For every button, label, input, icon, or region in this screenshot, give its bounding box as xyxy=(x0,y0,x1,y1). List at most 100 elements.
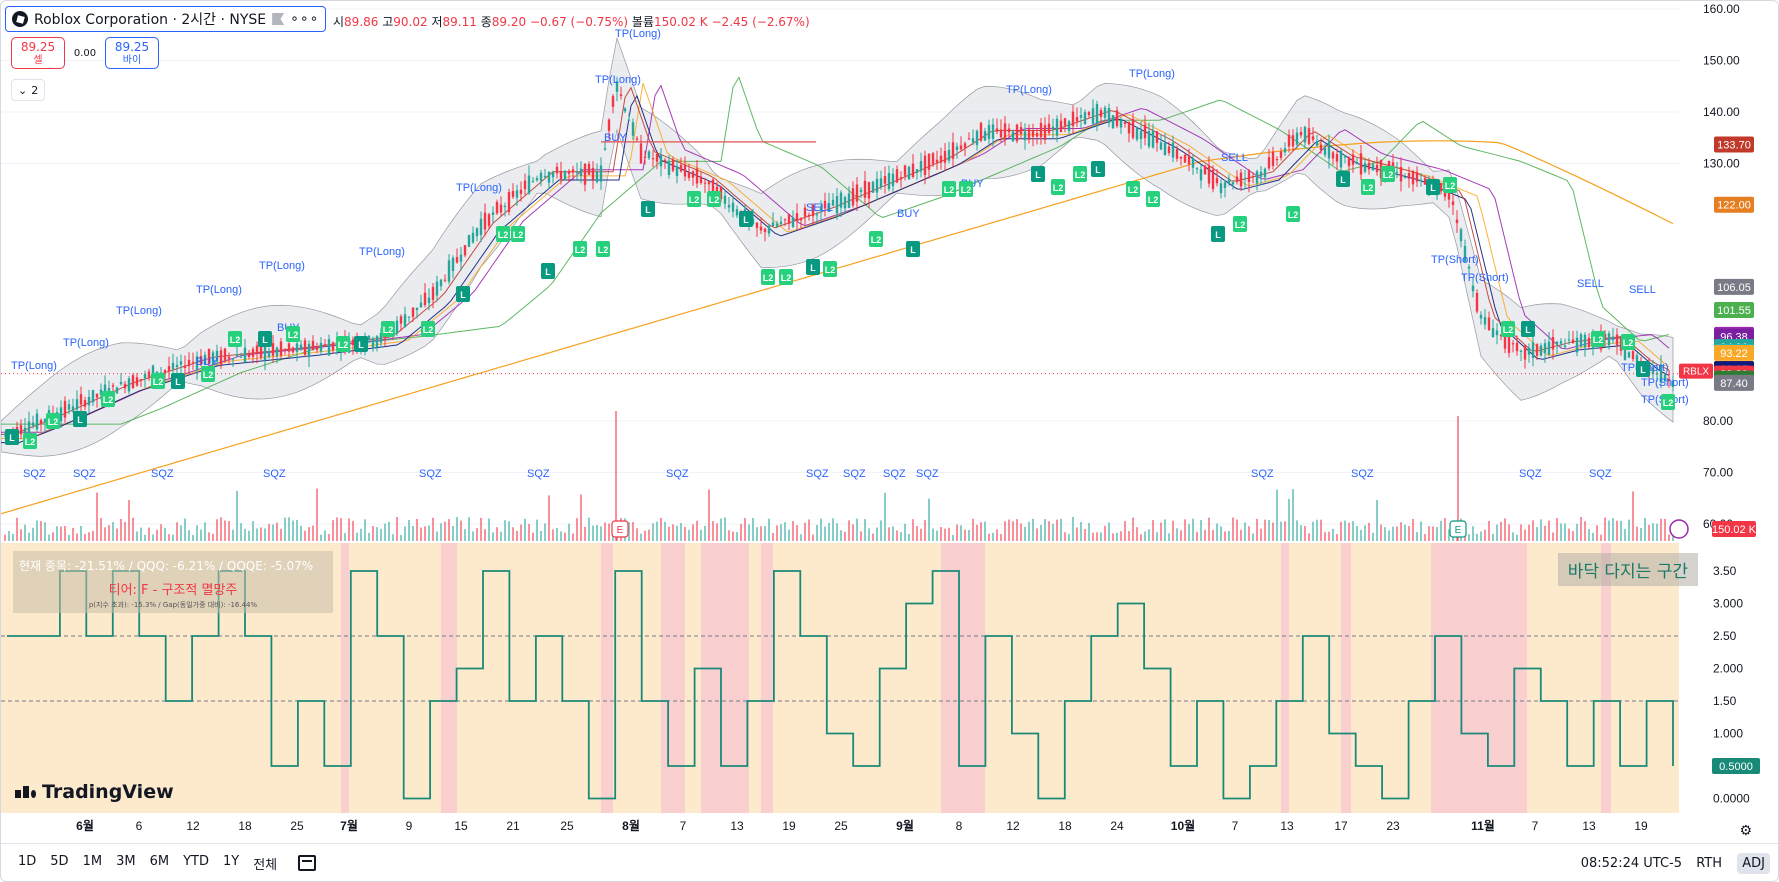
month-label: 8월 xyxy=(622,818,640,833)
range-3m[interactable]: 3M xyxy=(109,854,143,873)
candle xyxy=(931,153,935,165)
range-1d[interactable]: 1D xyxy=(11,854,43,873)
volume-bar xyxy=(1148,529,1150,541)
signal-badge-label: L xyxy=(262,335,268,345)
squeeze-label: SQZ xyxy=(527,468,550,480)
range-5d[interactable]: 5D xyxy=(43,854,75,873)
bollinger-band xyxy=(1,36,1674,457)
candle xyxy=(867,182,871,199)
volume-bar xyxy=(1060,518,1062,541)
candle xyxy=(935,159,939,163)
clock-time[interactable]: 08:52:24 UTC-5 xyxy=(1581,856,1682,871)
candle xyxy=(423,292,427,306)
volume-bar xyxy=(1116,532,1118,541)
candle xyxy=(879,178,883,188)
volume-value: 150.02 K xyxy=(654,15,708,29)
signal-badge-label: L xyxy=(1215,230,1221,240)
candle xyxy=(303,340,307,355)
squeeze-label: SQZ xyxy=(843,468,866,480)
rth-toggle[interactable]: RTH xyxy=(1696,856,1722,871)
flag-icon[interactable] xyxy=(272,13,285,25)
candle xyxy=(59,407,63,422)
squeeze-label: SQZ xyxy=(916,468,939,480)
status-label: 바닥 다지는 구간 xyxy=(1557,553,1698,586)
calendar-icon[interactable] xyxy=(298,855,317,871)
volume-bar xyxy=(796,525,798,541)
signal-badge-label: L2 xyxy=(1053,183,1064,193)
tradingview-logo[interactable]: TradingView xyxy=(15,781,174,803)
buy-button[interactable]: 89.25 바이 xyxy=(105,37,159,69)
volume-bar xyxy=(1320,519,1322,541)
range-전체[interactable]: 전체 xyxy=(246,854,284,873)
sell-button[interactable]: 89.25 셀 xyxy=(11,37,65,69)
price-chart[interactable]: 160.00150.00140.00130.0080.0070.0060.00T… xyxy=(1,1,1779,543)
symbol-search-box[interactable]: Roblox Corporation · 2시간 · NYSE ∘∘∘ xyxy=(5,6,327,32)
price-tick-label: 160.00 xyxy=(1703,2,1740,16)
candle xyxy=(1507,335,1511,353)
price-tick-label: 150.00 xyxy=(1703,54,1740,68)
time-axis[interactable]: 6월 6 12 18 25 7월 9 15 21 25 8월 7 13 19 25 9월 8 12 18 24 10월 7… xyxy=(1,813,1779,839)
trade-buttons: 89.25 셀 0.00 89.25 바이 xyxy=(11,37,159,69)
price-tick-label: 140.00 xyxy=(1703,105,1740,119)
volume-bar xyxy=(1436,527,1438,541)
squeeze-label: SQZ xyxy=(1251,468,1274,480)
range-1m[interactable]: 1M xyxy=(76,854,110,873)
volume-bar xyxy=(1132,517,1134,541)
volume-bar xyxy=(112,522,114,541)
date-label: 19 xyxy=(1634,819,1648,833)
volume-change: −2.45 (−2.67%) xyxy=(711,15,810,29)
volume-bar xyxy=(960,525,962,541)
candle xyxy=(995,128,999,132)
candle xyxy=(1243,178,1247,180)
volume-bar xyxy=(648,529,650,541)
volume-bar xyxy=(56,526,58,541)
candle xyxy=(975,130,979,146)
candle xyxy=(1551,337,1555,350)
candle xyxy=(723,195,727,204)
candle xyxy=(1487,317,1491,331)
date-label: 18 xyxy=(1058,819,1072,833)
volume-label: 볼륨 xyxy=(631,15,654,29)
volume-bar xyxy=(40,521,42,541)
candle xyxy=(323,344,327,346)
candle xyxy=(1131,118,1135,138)
volume-bar xyxy=(644,530,646,541)
range-ytd[interactable]: YTD xyxy=(176,854,216,873)
volume-bar xyxy=(1476,533,1478,541)
candle xyxy=(287,343,291,352)
date-label: 25 xyxy=(290,819,304,833)
volume-bar xyxy=(1112,533,1114,541)
range-1y[interactable]: 1Y xyxy=(216,854,246,873)
candle xyxy=(1147,131,1151,147)
volume-bar xyxy=(204,522,206,541)
more-icon[interactable]: ∘∘∘ xyxy=(290,11,319,27)
volume-bar xyxy=(92,530,94,541)
volume-bar xyxy=(564,532,566,541)
volume-bar xyxy=(964,529,966,541)
high-value: 90.02 xyxy=(393,15,428,29)
volume-bar xyxy=(64,525,66,541)
relative-strength-info-box: 현재 종목: -21.51% / QQQ: -6.21% / QQQE: -5.… xyxy=(13,551,333,613)
settings-icon[interactable]: ⚙ xyxy=(1739,823,1752,839)
indicator-collapse-button[interactable]: ⌄ 2 xyxy=(11,79,46,101)
candle xyxy=(667,160,671,176)
candle xyxy=(1475,292,1479,312)
volume-bar xyxy=(1308,533,1310,541)
volume-bar xyxy=(780,524,782,541)
price-badge-label: 87.40 xyxy=(1720,378,1748,390)
volume-bar xyxy=(1484,529,1486,541)
close-label: 종 xyxy=(480,15,492,29)
candle xyxy=(855,184,859,202)
tp-long-label: TP(Long) xyxy=(63,337,109,349)
candle xyxy=(1375,164,1379,173)
candle xyxy=(639,143,643,164)
date-label: 15 xyxy=(454,819,468,833)
candle xyxy=(1583,334,1587,348)
volume-bar xyxy=(132,517,134,541)
range-6m[interactable]: 6M xyxy=(143,854,177,873)
price-tick-label: 70.00 xyxy=(1703,466,1733,480)
adj-toggle[interactable]: ADJ xyxy=(1737,852,1770,874)
volume-bar xyxy=(640,533,642,541)
volume-bar xyxy=(968,529,970,541)
candle xyxy=(403,314,407,327)
